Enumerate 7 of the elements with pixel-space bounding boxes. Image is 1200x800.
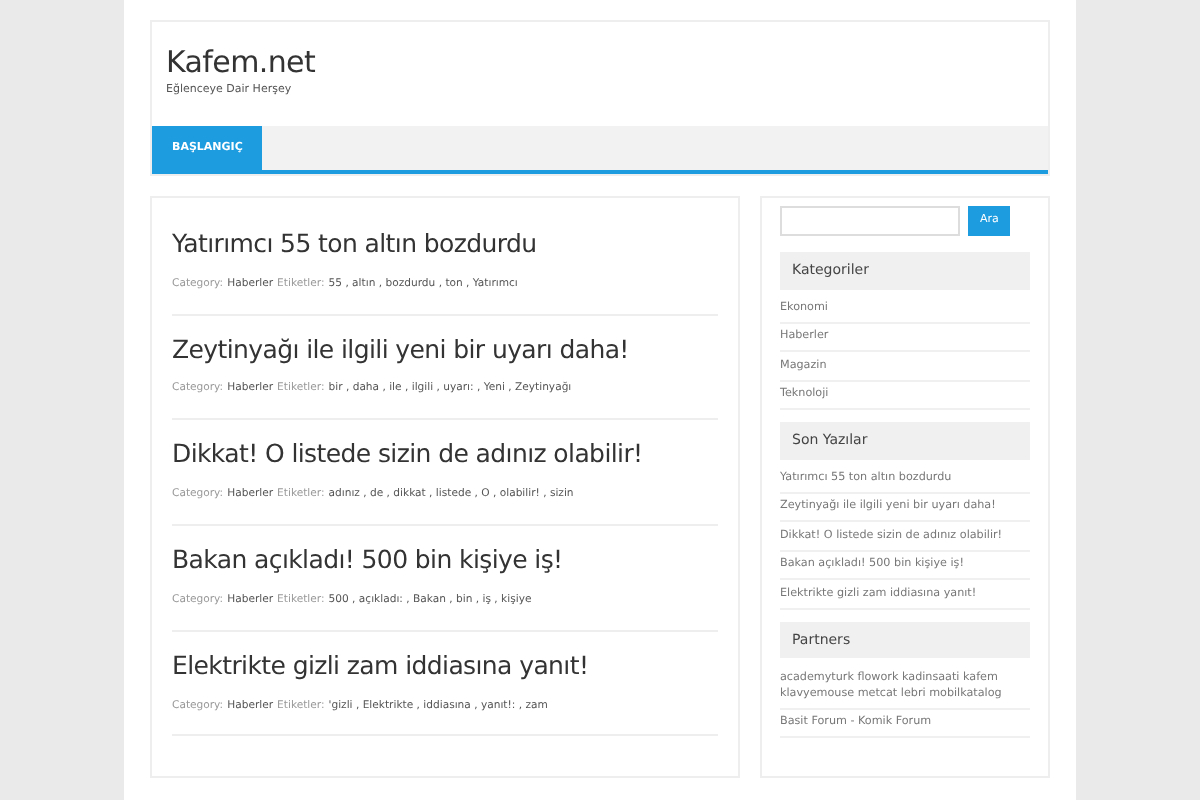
post-title[interactable]: Bakan açıkladı! 500 bin kişiye iş! [172, 542, 718, 580]
post-title[interactable]: Elektrikte gizli zam iddiasına yanıt! [172, 647, 718, 685]
post-title[interactable]: Dikkat! O listede sizin de adınız olabilir! [172, 436, 718, 475]
post-title[interactable]: Zeytinyağı ile ilgili yeni bir uyarı daha! [172, 331, 718, 369]
post-title[interactable]: Yatırımcı 55 ton altın bozdurdu [172, 226, 718, 264]
search-field[interactable] [780, 206, 960, 236]
site-title[interactable]: Kafem.net [152, 22, 1048, 79]
